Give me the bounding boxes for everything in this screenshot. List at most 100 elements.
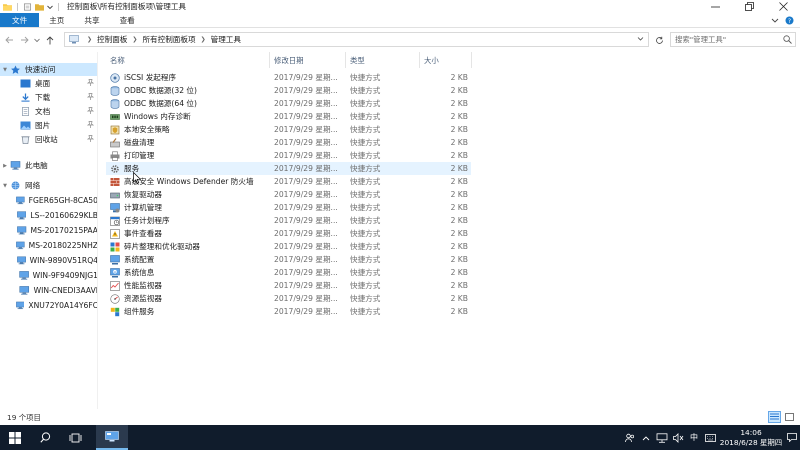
address-bar[interactable]: ❯ 控制面板 ❯ 所有控制面板项 ❯ 管理工具 [64, 32, 649, 47]
sidebar-item-network[interactable]: ▼ 网络 [0, 179, 97, 192]
people-button[interactable] [623, 425, 637, 450]
pictures-icon [20, 121, 31, 130]
sidebar-item-recycle-bin[interactable]: 回收站 [0, 133, 97, 146]
file-row[interactable]: 任务计划程序 2017/9/29 星期... 快捷方式 2 KB [106, 214, 471, 227]
volume-button[interactable] [671, 425, 685, 450]
sidebar-item-this-pc[interactable]: ▶ 此电脑 [0, 159, 97, 172]
column-header-type[interactable]: 类型 [346, 52, 420, 68]
file-row[interactable]: 高级安全 Windows Defender 防火墙 2017/9/29 星期..… [106, 175, 471, 188]
expand-ribbon-icon[interactable] [771, 16, 779, 24]
new-folder-icon[interactable] [35, 3, 44, 11]
pin-icon[interactable] [87, 135, 94, 142]
file-row[interactable]: ODBC 数据源(32 位) 2017/9/29 星期... 快捷方式 2 KB [106, 84, 471, 97]
column-header-date[interactable]: 修改日期 [270, 52, 346, 68]
file-row[interactable]: 性能监视器 2017/9/29 星期... 快捷方式 2 KB [106, 279, 471, 292]
file-row[interactable]: iSCSI 发起程序 2017/9/29 星期... 快捷方式 2 KB [106, 71, 471, 84]
taskbar-app-control-panel[interactable] [96, 425, 128, 450]
sidebar-item-network-pc[interactable]: LS--20160629KLB [0, 209, 97, 222]
details-view-icon [770, 413, 779, 420]
breadcrumb-all-items[interactable]: 所有控制面板项 [142, 34, 195, 45]
close-button[interactable] [766, 0, 800, 13]
recovery-drive-icon [110, 192, 120, 198]
recent-locations-button[interactable] [33, 33, 41, 47]
sidebar-item-desktop[interactable]: 桌面 [0, 77, 97, 90]
pin-icon[interactable] [87, 121, 94, 128]
file-row[interactable]: 服务 2017/9/29 星期... 快捷方式 2 KB [106, 162, 471, 175]
tab-view[interactable]: 查看 [110, 13, 145, 27]
refresh-button[interactable] [652, 33, 666, 47]
file-row[interactable]: 本地安全策略 2017/9/29 星期... 快捷方式 2 KB [106, 123, 471, 136]
keyboard-button[interactable] [703, 425, 717, 450]
task-view-icon [69, 433, 81, 442]
chevron-down-icon[interactable]: ▼ [0, 67, 10, 73]
sidebar-item-network-pc[interactable]: MS-20180225NHZ [0, 239, 97, 252]
search-input[interactable]: 搜索"管理工具" [670, 32, 796, 47]
sidebar-item-network-pc[interactable]: FGER65GH-8CA50 [0, 194, 97, 207]
chevron-right-icon[interactable]: ▶ [0, 163, 10, 169]
file-row[interactable]: Windows 内存诊断 2017/9/29 星期... 快捷方式 2 KB [106, 110, 471, 123]
pin-icon[interactable] [87, 93, 94, 100]
restore-button[interactable] [732, 0, 766, 13]
quick-access-toolbar [0, 2, 61, 11]
up-button[interactable] [44, 33, 56, 47]
column-header-size[interactable]: 大小 [420, 52, 472, 68]
tab-file[interactable]: 文件 [0, 13, 40, 27]
mouse-cursor-icon [133, 172, 141, 184]
sidebar-item-documents[interactable]: 文档 [0, 105, 97, 118]
sidebar-item-network-pc[interactable]: MS-20170215PAA [0, 224, 97, 237]
sidebar-item-network-pc[interactable]: XNU72Y0A14Y6FC [0, 299, 97, 312]
action-center-button[interactable] [784, 425, 800, 450]
search-button[interactable] [30, 425, 60, 450]
back-button[interactable] [3, 33, 15, 47]
tab-home[interactable]: 主页 [39, 13, 74, 27]
desktop-icon [20, 79, 31, 88]
sidebar-item-downloads[interactable]: 下载 [0, 91, 97, 104]
sidebar-item-pictures[interactable]: 图片 [0, 119, 97, 132]
status-bar: 19 个项目 [0, 409, 800, 425]
system-configuration-icon [110, 254, 120, 264]
file-row[interactable]: 计算机管理 2017/9/29 星期... 快捷方式 2 KB [106, 201, 471, 214]
pin-icon[interactable] [87, 107, 94, 114]
file-row[interactable]: 恢复驱动器 2017/9/29 星期... 快捷方式 2 KB [106, 188, 471, 201]
breadcrumb-separator: ❯ [132, 36, 138, 43]
file-row[interactable]: 资源监视器 2017/9/29 星期... 快捷方式 2 KB [106, 292, 471, 305]
properties-icon[interactable] [23, 2, 32, 11]
breadcrumb-admin-tools[interactable]: 管理工具 [211, 34, 241, 45]
breadcrumb-control-panel[interactable]: 控制面板 [97, 34, 127, 45]
sidebar-item-network-pc[interactable]: WIN-CNEDI3AAVI [0, 284, 97, 297]
task-view-button[interactable] [60, 425, 90, 450]
arrow-right-icon [20, 36, 29, 44]
file-row[interactable]: 事件查看器 2017/9/29 星期... 快捷方式 2 KB [106, 227, 471, 240]
minimize-button[interactable] [698, 0, 732, 13]
computer-icon [17, 211, 27, 220]
file-row[interactable]: 组件服务 2017/9/29 星期... 快捷方式 2 KB [106, 305, 471, 318]
minimize-icon [710, 6, 720, 8]
file-row[interactable]: 系统信息 2017/9/29 星期... 快捷方式 2 KB [106, 266, 471, 279]
file-row[interactable]: 碎片整理和优化驱动器 2017/9/29 星期... 快捷方式 2 KB [106, 240, 471, 253]
details-view-button[interactable] [768, 411, 781, 423]
navigation-pane: ▼ 快速访问 桌面 下载 文档 图片 回收站 ▶ 此电脑 ▼ 网络 FGER65… [0, 52, 98, 409]
sidebar-item-quick-access[interactable]: ▼ 快速访问 [0, 63, 97, 76]
network-status-button[interactable] [655, 425, 669, 450]
file-row[interactable]: ODBC 数据源(64 位) 2017/9/29 星期... 快捷方式 2 KB [106, 97, 471, 110]
file-row[interactable]: 系统配置 2017/9/29 星期... 快捷方式 2 KB [106, 253, 471, 266]
file-row[interactable]: 打印管理 2017/9/29 星期... 快捷方式 2 KB [106, 149, 471, 162]
show-hidden-icons-button[interactable] [639, 425, 653, 450]
tab-share[interactable]: 共享 [74, 13, 109, 27]
chevron-down-icon[interactable] [47, 3, 53, 11]
forward-button[interactable] [18, 33, 30, 47]
item-count: 19 个项目 [7, 412, 41, 422]
sidebar-item-network-pc[interactable]: WIN-9890V51RQ4 [0, 254, 97, 267]
column-header-name[interactable]: 名称 [106, 52, 270, 68]
folder-icon[interactable] [3, 3, 12, 11]
address-dropdown-icon[interactable] [637, 35, 644, 42]
sidebar-item-network-pc[interactable]: WIN-9F9409NJG1 [0, 269, 97, 282]
start-button[interactable] [0, 425, 30, 450]
chevron-down-icon[interactable]: ▼ [0, 183, 10, 189]
large-icons-view-button[interactable] [783, 411, 796, 423]
help-icon[interactable]: ? [785, 16, 794, 25]
input-method-indicator[interactable]: 中 [687, 425, 701, 450]
file-row[interactable]: 磁盘清理 2017/9/29 星期... 快捷方式 2 KB [106, 136, 471, 149]
pin-icon[interactable] [87, 79, 94, 86]
clock[interactable]: 14:06 2018/6/28 星期四 [718, 428, 784, 448]
